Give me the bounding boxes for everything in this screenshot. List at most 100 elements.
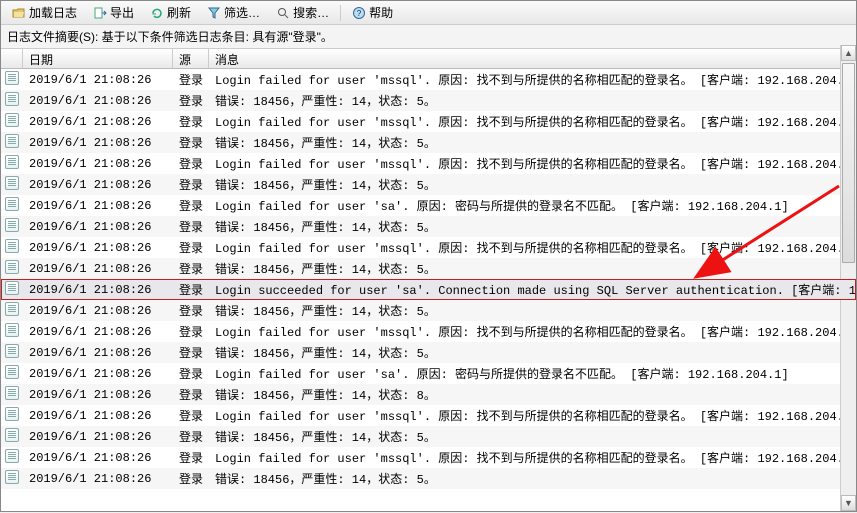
document-icon: [5, 92, 19, 106]
table-row[interactable]: 2019/6/1 21:08:26登录Login failed for user…: [1, 405, 856, 426]
table-row[interactable]: 2019/6/1 21:08:26登录错误: 18456，严重性: 14，状态:…: [1, 300, 856, 321]
table-row[interactable]: 2019/6/1 21:08:26登录错误: 18456，严重性: 14，状态:…: [1, 132, 856, 153]
table-row[interactable]: 2019/6/1 21:08:26登录Login failed for user…: [1, 237, 856, 258]
vertical-scrollbar[interactable]: ▲ ▼: [840, 45, 856, 511]
log-entry-icon: [1, 113, 23, 131]
cell-source: 登录: [173, 386, 209, 403]
log-entry-icon: [1, 155, 23, 173]
cell-source: 登录: [173, 470, 209, 487]
grid-header: 日期 源 消息: [1, 49, 856, 69]
export-icon: [93, 6, 107, 20]
scroll-up-button[interactable]: ▲: [841, 45, 856, 61]
load-log-button[interactable]: 加载日志: [5, 1, 84, 24]
table-row[interactable]: 2019/6/1 21:08:26登录Login succeeded for u…: [1, 279, 856, 300]
col-message[interactable]: 消息: [209, 49, 856, 68]
document-icon: [5, 260, 19, 274]
cell-date: 2019/6/1 21:08:26: [23, 241, 173, 255]
cell-message: 错误: 18456，严重性: 14，状态: 5。: [209, 176, 856, 193]
table-row[interactable]: 2019/6/1 21:08:26登录错误: 18456，严重性: 14，状态:…: [1, 216, 856, 237]
scroll-thumb[interactable]: [842, 63, 855, 263]
scroll-down-button[interactable]: ▼: [841, 495, 856, 511]
table-row[interactable]: 2019/6/1 21:08:26登录Login failed for user…: [1, 321, 856, 342]
document-icon: [5, 155, 19, 169]
log-entry-icon: [1, 92, 23, 110]
table-row[interactable]: 2019/6/1 21:08:26登录Login failed for user…: [1, 363, 856, 384]
table-row[interactable]: 2019/6/1 21:08:26登录Login failed for user…: [1, 111, 856, 132]
cell-source: 登录: [173, 239, 209, 256]
cell-date: 2019/6/1 21:08:26: [23, 451, 173, 465]
cell-message: Login failed for user 'mssql'. 原因: 找不到与所…: [209, 71, 856, 88]
document-icon: [5, 176, 19, 190]
col-date[interactable]: 日期: [23, 49, 173, 68]
cell-date: 2019/6/1 21:08:26: [23, 94, 173, 108]
export-button[interactable]: 导出: [86, 1, 141, 24]
table-row[interactable]: 2019/6/1 21:08:26登录错误: 18456，严重性: 14，状态:…: [1, 258, 856, 279]
grid-body[interactable]: 2019/6/1 21:08:26登录Login failed for user…: [1, 69, 856, 511]
table-row[interactable]: 2019/6/1 21:08:26登录错误: 18456，严重性: 14，状态:…: [1, 426, 856, 447]
cell-message: 错误: 18456，严重性: 14，状态: 5。: [209, 260, 856, 277]
cell-source: 登录: [173, 155, 209, 172]
search-button[interactable]: 搜索…: [269, 1, 336, 24]
refresh-button[interactable]: 刷新: [143, 1, 198, 24]
refresh-label: 刷新: [167, 4, 191, 21]
cell-date: 2019/6/1 21:08:26: [23, 325, 173, 339]
cell-date: 2019/6/1 21:08:26: [23, 346, 173, 360]
log-entry-icon: [1, 197, 23, 215]
refresh-icon: [150, 6, 164, 20]
funnel-icon: [207, 6, 221, 20]
table-row[interactable]: 2019/6/1 21:08:26登录Login failed for user…: [1, 69, 856, 90]
cell-source: 登录: [173, 92, 209, 109]
cell-source: 登录: [173, 344, 209, 361]
table-row[interactable]: 2019/6/1 21:08:26登录错误: 18456，严重性: 14，状态:…: [1, 468, 856, 489]
log-summary-text: 日志文件摘要(S): 基于以下条件筛选日志条目: 具有源"登录"。: [7, 30, 333, 44]
document-icon: [5, 302, 19, 316]
cell-message: Login failed for user 'sa'. 原因: 密码与所提供的登…: [209, 365, 856, 382]
col-icon[interactable]: [1, 49, 23, 68]
filter-button[interactable]: 筛选…: [200, 1, 267, 24]
cell-date: 2019/6/1 21:08:26: [23, 262, 173, 276]
table-row[interactable]: 2019/6/1 21:08:26登录错误: 18456，严重性: 14，状态:…: [1, 384, 856, 405]
cell-source: 登录: [173, 218, 209, 235]
log-entry-icon: [1, 176, 23, 194]
col-source[interactable]: 源: [173, 49, 209, 68]
cell-date: 2019/6/1 21:08:26: [23, 304, 173, 318]
log-grid: 日期 源 消息 2019/6/1 21:08:26登录Login failed …: [1, 49, 856, 511]
toolbar-separator: [340, 5, 341, 21]
cell-message: Login failed for user 'mssql'. 原因: 找不到与所…: [209, 113, 856, 130]
table-row[interactable]: 2019/6/1 21:08:26登录错误: 18456，严重性: 14，状态:…: [1, 90, 856, 111]
table-row[interactable]: 2019/6/1 21:08:26登录Login failed for user…: [1, 195, 856, 216]
load-log-label: 加载日志: [29, 4, 77, 21]
table-row[interactable]: 2019/6/1 21:08:26登录Login failed for user…: [1, 447, 856, 468]
cell-source: 登录: [173, 407, 209, 424]
help-button[interactable]: ? 帮助: [345, 1, 400, 24]
cell-message: 错误: 18456，严重性: 14，状态: 5。: [209, 92, 856, 109]
table-row[interactable]: 2019/6/1 21:08:26登录错误: 18456，严重性: 14，状态:…: [1, 174, 856, 195]
cell-date: 2019/6/1 21:08:26: [23, 430, 173, 444]
table-row[interactable]: 2019/6/1 21:08:26登录Login failed for user…: [1, 153, 856, 174]
cell-date: 2019/6/1 21:08:26: [23, 409, 173, 423]
cell-date: 2019/6/1 21:08:26: [23, 472, 173, 486]
cell-message: Login failed for user 'mssql'. 原因: 找不到与所…: [209, 407, 856, 424]
log-entry-icon: [1, 239, 23, 257]
cell-date: 2019/6/1 21:08:26: [23, 220, 173, 234]
log-entry-icon: [1, 386, 23, 404]
cell-message: 错误: 18456，严重性: 14，状态: 5。: [209, 302, 856, 319]
log-entry-icon: [1, 302, 23, 320]
log-entry-icon: [1, 365, 23, 383]
cell-date: 2019/6/1 21:08:26: [23, 136, 173, 150]
document-icon: [5, 428, 19, 442]
cell-source: 登录: [173, 302, 209, 319]
log-entry-icon: [1, 323, 23, 341]
cell-date: 2019/6/1 21:08:26: [23, 199, 173, 213]
cell-message: 错误: 18456，严重性: 14，状态: 5。: [209, 428, 856, 445]
cell-source: 登录: [173, 176, 209, 193]
table-row[interactable]: 2019/6/1 21:08:26登录错误: 18456，严重性: 14，状态:…: [1, 342, 856, 363]
cell-source: 登录: [173, 113, 209, 130]
svg-text:?: ?: [357, 9, 362, 18]
cell-message: 错误: 18456，严重性: 14，状态: 8。: [209, 386, 856, 403]
cell-message: Login failed for user 'mssql'. 原因: 找不到与所…: [209, 323, 856, 340]
document-icon: [5, 386, 19, 400]
document-icon: [5, 113, 19, 127]
search-label: 搜索…: [293, 4, 329, 21]
cell-message: Login failed for user 'mssql'. 原因: 找不到与所…: [209, 449, 856, 466]
